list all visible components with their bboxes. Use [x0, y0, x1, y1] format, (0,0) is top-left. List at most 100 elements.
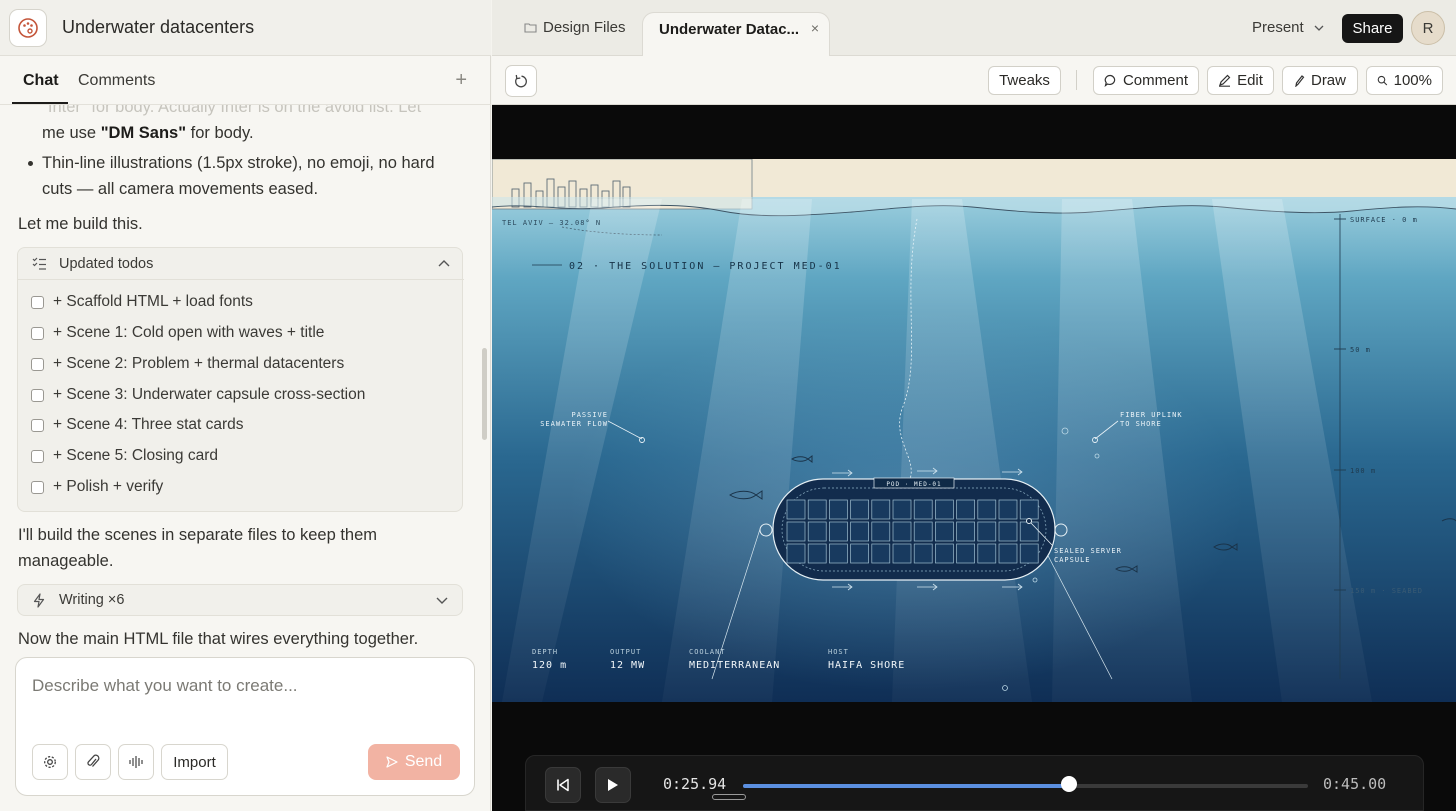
todo-item[interactable]: + Scene 2: Problem + thermal datacenters [31, 353, 344, 375]
todo-label: + Polish + verify [53, 478, 164, 495]
play-icon [608, 779, 618, 791]
annotation-fiber: TO SHORE [1120, 420, 1162, 428]
server-rack [977, 499, 997, 520]
scrubber-fill [743, 784, 1069, 788]
ocean-scene: SURFACE · 0 m 50 m 100 m 150 m · SEABED … [492, 159, 1456, 702]
lightning-icon [33, 593, 45, 608]
todo-checkbox[interactable] [31, 418, 44, 432]
present-dropdown[interactable]: Present [1252, 19, 1324, 36]
chevron-up-icon[interactable] [438, 259, 450, 267]
chat-main-html-line: Now the main HTML file that wires everyt… [18, 630, 419, 648]
chat-faded-line: "Inter" for body. Actually Inter is on t… [42, 105, 422, 116]
todo-checkbox[interactable] [31, 357, 44, 371]
zoom-label: 100% [1393, 72, 1432, 89]
server-rack [956, 543, 975, 564]
pen-icon [1219, 74, 1231, 87]
server-rack [998, 521, 1018, 542]
todo-checkbox[interactable] [31, 480, 44, 494]
server-rack [1019, 499, 1039, 520]
server-rack [807, 499, 827, 520]
bullet-dot [28, 161, 33, 166]
reload-button[interactable] [505, 65, 537, 97]
server-rack [956, 521, 975, 542]
writing-card[interactable]: Writing ×6 [17, 584, 463, 616]
annotation-passive: SEAWATER FLOW [540, 420, 608, 428]
attach-button[interactable] [75, 744, 111, 780]
palette-icon[interactable] [9, 9, 47, 47]
chat-text: me use [42, 124, 101, 142]
draw-label: Draw [1310, 72, 1346, 89]
project-header: Underwater datacenters [0, 0, 491, 56]
import-button[interactable]: Import [161, 744, 228, 780]
server-rack [998, 543, 1018, 564]
server-rack [829, 521, 848, 542]
send-button[interactable]: Send [368, 744, 460, 780]
server-rack [786, 521, 806, 542]
comment-button[interactable]: Comment [1093, 66, 1199, 95]
draw-button[interactable]: Draw [1282, 66, 1358, 95]
todo-item[interactable]: + Polish + verify [31, 476, 163, 498]
skip-back-button[interactable] [545, 767, 581, 803]
tab-comments[interactable]: Comments [78, 72, 155, 90]
chat-bullet-line: cuts — all camera movements eased. [42, 180, 319, 198]
chat-scrollbar[interactable] [482, 348, 487, 440]
play-button[interactable] [595, 767, 631, 803]
todos-header[interactable]: Updated todos [18, 248, 464, 280]
preview-pane: Design Files Underwater Datac... × Prese… [492, 0, 1456, 811]
chat-pane: Underwater datacenters Chat Comments + "… [0, 0, 491, 811]
settings-button[interactable] [32, 744, 68, 780]
tweaks-button[interactable]: Tweaks [988, 66, 1061, 95]
server-rack [829, 499, 848, 520]
writing-title: Writing ×6 [59, 592, 125, 608]
chevron-down-icon [1314, 25, 1324, 31]
tab-design-files[interactable]: Design Files [524, 19, 626, 36]
todo-checkbox[interactable] [31, 388, 44, 402]
server-rack [786, 543, 806, 564]
depth-label: 150 m · SEABED [1350, 587, 1423, 595]
todo-item[interactable]: + Scene 3: Underwater capsule cross-sect… [31, 384, 365, 406]
tab-chat[interactable]: Chat [23, 72, 59, 90]
scrubber-track[interactable] [743, 784, 1308, 788]
stat-label: OUTPUT [610, 648, 641, 656]
animation-stage[interactable]: SURFACE · 0 m 50 m 100 m 150 m · SEABED … [492, 159, 1456, 702]
todo-checkbox[interactable] [31, 295, 44, 309]
depth-label: 50 m [1350, 346, 1371, 354]
tab-underwater-datacenters[interactable]: Underwater Datac... × [642, 12, 830, 57]
new-chat-button[interactable]: + [455, 69, 467, 92]
todo-checkbox[interactable] [31, 449, 44, 463]
annotation-passive: PASSIVE [571, 411, 608, 419]
chat-transcript: "Inter" for body. Actually Inter is on t… [0, 105, 480, 653]
todo-checkbox[interactable] [31, 326, 44, 340]
prompt-input[interactable]: Describe what you want to create... [32, 676, 298, 696]
depth-label: SURFACE · 0 m [1350, 216, 1418, 224]
stat-label: HOST [828, 648, 849, 656]
chevron-down-icon[interactable] [436, 597, 448, 605]
tab-label: Underwater Datac... [659, 21, 799, 38]
todo-item[interactable]: + Scene 4: Three stat cards [31, 414, 244, 436]
toolbar-divider [1076, 70, 1077, 90]
todo-item[interactable]: + Scene 1: Cold open with waves + title [31, 322, 324, 344]
active-tab-underline [12, 102, 68, 104]
scrubber-thumb[interactable] [1060, 776, 1077, 792]
present-label: Present [1252, 19, 1304, 36]
todo-item[interactable]: + Scaffold HTML + load fonts [31, 291, 253, 313]
voice-button[interactable] [118, 744, 154, 780]
zoom-button[interactable]: 100% [1366, 66, 1443, 95]
chat-let-me-build: Let me build this. [18, 215, 143, 233]
todos-card: Updated todos + Scaffold HTML + load fon… [17, 247, 464, 512]
edit-button[interactable]: Edit [1207, 66, 1274, 95]
avatar[interactable]: R [1411, 11, 1445, 45]
server-rack [807, 543, 827, 564]
stat-value: 120 m [532, 660, 567, 671]
app-root: Underwater datacenters Chat Comments + "… [0, 0, 1456, 811]
todo-item[interactable]: + Scene 5: Closing card [31, 445, 218, 467]
send-label: Send [404, 753, 443, 770]
todo-label: + Scene 2: Problem + thermal datacenters [53, 355, 345, 372]
server-rack [829, 543, 848, 564]
total-time: 0:45.00 [1323, 775, 1387, 793]
close-icon[interactable]: × [811, 20, 819, 36]
skip-back-icon [557, 778, 569, 792]
server-rack [871, 521, 891, 542]
share-button[interactable]: Share [1342, 14, 1403, 43]
pod-label: POD · MED-01 [886, 481, 941, 488]
